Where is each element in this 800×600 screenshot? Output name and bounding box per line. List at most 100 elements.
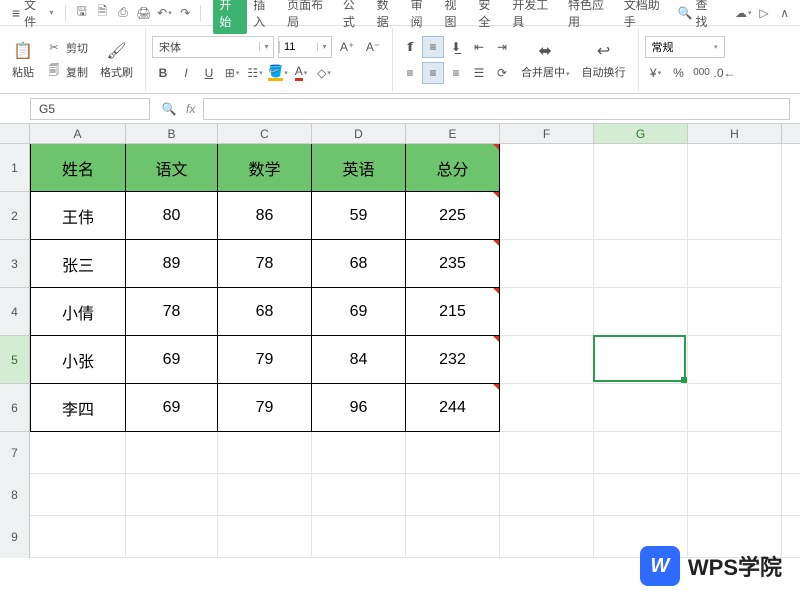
font-color-button[interactable]: A▾ <box>290 62 312 84</box>
redo-icon[interactable]: ↷ <box>176 3 195 23</box>
cell-C1[interactable]: 数学 <box>218 144 312 192</box>
formula-input[interactable] <box>203 98 790 120</box>
cell-A2[interactable]: 王伟 <box>30 192 126 240</box>
cell-D6[interactable]: 96 <box>312 384 406 432</box>
print-preview-icon[interactable]: 🖨 <box>134 3 153 23</box>
cell-D1[interactable]: 英语 <box>312 144 406 192</box>
cell-C5[interactable]: 79 <box>218 336 312 384</box>
align-right-button[interactable]: ≡ <box>445 62 467 84</box>
col-header-H[interactable]: H <box>688 124 782 143</box>
cell-G4[interactable] <box>594 288 688 336</box>
format-painter-button[interactable]: 🖌 格式刷 <box>96 36 137 84</box>
cell-E5[interactable]: 232 <box>406 336 500 384</box>
row-header-5[interactable]: 5 <box>0 336 30 384</box>
cell-E3[interactable]: 235 <box>406 240 500 288</box>
select-all-corner[interactable] <box>0 124 30 143</box>
cell-E2[interactable]: 225 <box>406 192 500 240</box>
cell-D8[interactable] <box>312 474 406 516</box>
cell-H7[interactable] <box>688 432 782 474</box>
increase-font-button[interactable]: A⁺ <box>336 36 358 58</box>
cell-C6[interactable]: 79 <box>218 384 312 432</box>
number-format-select[interactable]: 常规 ▾ <box>645 36 725 58</box>
align-bottom-button[interactable]: ⬇̲ <box>445 36 467 58</box>
cell-G5[interactable] <box>594 336 688 384</box>
cell-B4[interactable]: 78 <box>126 288 218 336</box>
print-icon[interactable]: ⎙ <box>114 3 133 23</box>
cell-B9[interactable] <box>126 516 218 558</box>
cell-G3[interactable] <box>594 240 688 288</box>
undo-icon[interactable]: ↶▾ <box>155 3 174 23</box>
italic-button[interactable]: I <box>175 62 197 84</box>
cell-G7[interactable] <box>594 432 688 474</box>
cell-B7[interactable] <box>126 432 218 474</box>
row-header-3[interactable]: 3 <box>0 240 30 288</box>
row-header-6[interactable]: 6 <box>0 384 30 432</box>
cell-C2[interactable]: 86 <box>218 192 312 240</box>
cell-F8[interactable] <box>500 474 594 516</box>
cell-B1[interactable]: 语文 <box>126 144 218 192</box>
cell-E8[interactable] <box>406 474 500 516</box>
indent-increase-button[interactable]: ⇥ <box>491 36 513 58</box>
cell-F9[interactable] <box>500 516 594 558</box>
cell-A3[interactable]: 张三 <box>30 240 126 288</box>
cell-B3[interactable]: 89 <box>126 240 218 288</box>
cell-H8[interactable] <box>688 474 782 516</box>
col-header-D[interactable]: D <box>312 124 406 143</box>
cell-A8[interactable] <box>30 474 126 516</box>
cell-B8[interactable] <box>126 474 218 516</box>
col-header-F[interactable]: F <box>500 124 594 143</box>
cell-C4[interactable]: 68 <box>218 288 312 336</box>
col-header-B[interactable]: B <box>126 124 218 143</box>
decrease-decimal-button[interactable]: .0← <box>714 62 736 84</box>
comma-button[interactable]: 000 <box>691 62 713 84</box>
font-size-select[interactable]: 11 ▾ <box>278 36 332 58</box>
cell-G8[interactable] <box>594 474 688 516</box>
cell-H5[interactable] <box>688 336 782 384</box>
row-header-7[interactable]: 7 <box>0 432 30 474</box>
cell-F6[interactable] <box>500 384 594 432</box>
cell-B5[interactable]: 69 <box>126 336 218 384</box>
row-header-8[interactable]: 8 <box>0 474 30 516</box>
border-button[interactable]: ⊞▾ <box>221 62 243 84</box>
cancel-icon[interactable]: 🔍 <box>160 100 178 118</box>
cut-button[interactable]: ✂剪切 <box>42 38 92 58</box>
cell-H3[interactable] <box>688 240 782 288</box>
cell-A6[interactable]: 李四 <box>30 384 126 432</box>
cell-C8[interactable] <box>218 474 312 516</box>
row-header-4[interactable]: 4 <box>0 288 30 336</box>
search-button[interactable]: 🔍 查找 <box>678 0 717 30</box>
cell-F3[interactable] <box>500 240 594 288</box>
cell-A4[interactable]: 小倩 <box>30 288 126 336</box>
fx-label[interactable]: fx <box>186 102 195 116</box>
merge-center-button[interactable]: ⬌ 合并居中▾ <box>517 36 574 84</box>
col-header-E[interactable]: E <box>406 124 500 143</box>
save-icon[interactable]: 🖫 <box>72 3 91 23</box>
cell-B6[interactable]: 69 <box>126 384 218 432</box>
cell-C7[interactable] <box>218 432 312 474</box>
align-top-button[interactable]: ⬆̄ <box>399 36 421 58</box>
cell-H4[interactable] <box>688 288 782 336</box>
col-header-G[interactable]: G <box>594 124 688 143</box>
name-box[interactable]: G5 <box>30 98 150 120</box>
decrease-font-button[interactable]: A⁻ <box>362 36 384 58</box>
cell-E1[interactable]: 总分 <box>406 144 500 192</box>
triangle-icon[interactable]: ▷ <box>755 3 774 23</box>
cell-A9[interactable] <box>30 516 126 558</box>
cell-D5[interactable]: 84 <box>312 336 406 384</box>
cell-F4[interactable] <box>500 288 594 336</box>
cell-G2[interactable] <box>594 192 688 240</box>
cell-A1[interactable]: 姓名 <box>30 144 126 192</box>
cell-G1[interactable] <box>594 144 688 192</box>
row-header-9[interactable]: 9 <box>0 516 30 558</box>
col-header-C[interactable]: C <box>218 124 312 143</box>
cell-D9[interactable] <box>312 516 406 558</box>
clear-format-button[interactable]: ◇▾ <box>313 62 335 84</box>
copy-button[interactable]: 🗐复制 <box>42 62 92 82</box>
align-middle-button[interactable]: ≡ <box>422 36 444 58</box>
cell-H6[interactable] <box>688 384 782 432</box>
cell-D2[interactable]: 59 <box>312 192 406 240</box>
paste-button[interactable]: 📋 粘贴 <box>8 36 38 84</box>
percent-button[interactable]: % <box>668 62 690 84</box>
cell-F2[interactable] <box>500 192 594 240</box>
cell-D3[interactable]: 68 <box>312 240 406 288</box>
